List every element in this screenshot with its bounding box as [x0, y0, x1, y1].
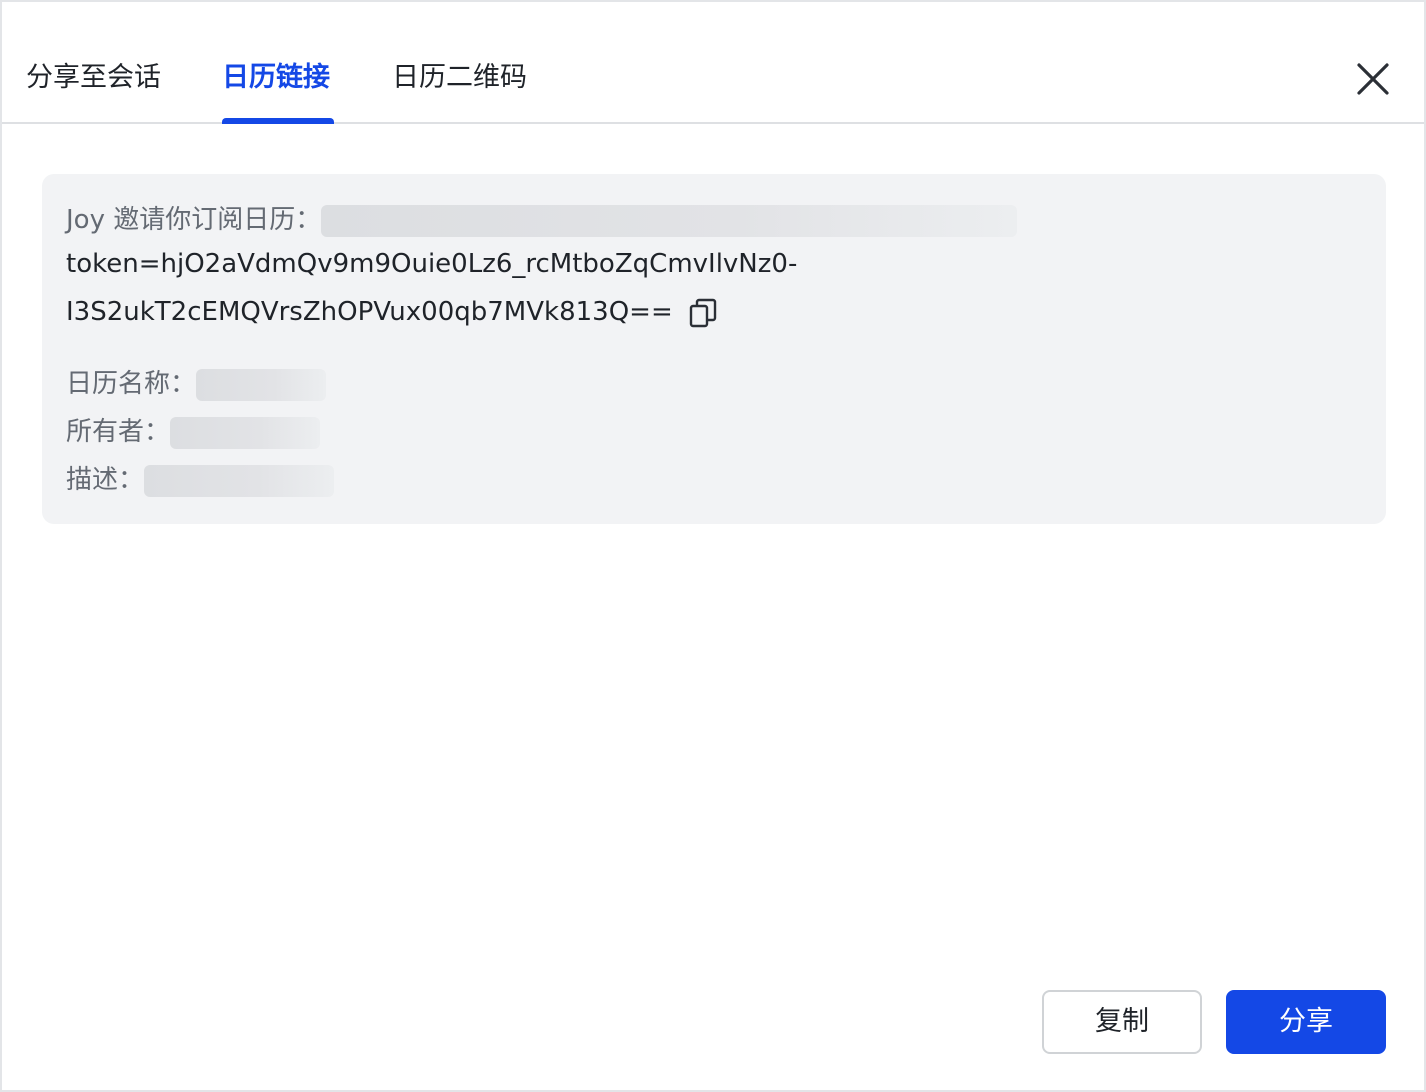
redacted-description [144, 464, 335, 497]
close-icon [1357, 63, 1389, 95]
tab-calendar-qrcode[interactable]: 日历二维码 [392, 58, 527, 102]
share-button[interactable]: 分享 [1226, 990, 1386, 1054]
tab-share-to-chat[interactable]: 分享至会话 [26, 58, 161, 102]
owner-row: 所有者： [66, 414, 321, 450]
share-calendar-dialog: 分享至会话 日历链接 日历二维码 Joy 邀请你订阅日历： token=hjO2… [0, 0, 1426, 1092]
close-button[interactable] [1350, 56, 1396, 102]
calendar-name-row: 日历名称： [66, 366, 327, 402]
owner-label: 所有者： [66, 417, 171, 447]
token-line-1: token=hjO2aVdmQv9m9Ouie0Lz6_rcMtboZqCmvI… [66, 249, 798, 279]
active-tab-indicator [222, 118, 334, 124]
calendar-name-label: 日历名称： [66, 369, 197, 399]
copy-icon [689, 298, 716, 327]
invite-line: Joy 邀请你订阅日历： [66, 202, 1018, 238]
token-text-2: I3S2ukT2cEMQVrsZhOPVux00qb7MVk813Q== [66, 297, 673, 327]
invite-text: Joy 邀请你订阅日历： [66, 205, 322, 235]
copy-link-button[interactable] [689, 298, 717, 328]
description-row: 描述： [66, 462, 335, 498]
tab-bar: 分享至会话 日历链接 日历二维码 [2, 2, 1424, 124]
redacted-calendar-name [196, 368, 327, 401]
redacted-link-url [321, 204, 1018, 237]
calendar-link-card: Joy 邀请你订阅日历： token=hjO2aVdmQv9m9Ouie0Lz6… [42, 174, 1386, 524]
token-line-2: I3S2ukT2cEMQVrsZhOPVux00qb7MVk813Q== [66, 294, 717, 330]
description-label: 描述： [66, 465, 145, 495]
tab-calendar-link[interactable]: 日历链接 [222, 58, 330, 102]
redacted-owner [170, 416, 321, 449]
copy-button[interactable]: 复制 [1042, 990, 1202, 1054]
